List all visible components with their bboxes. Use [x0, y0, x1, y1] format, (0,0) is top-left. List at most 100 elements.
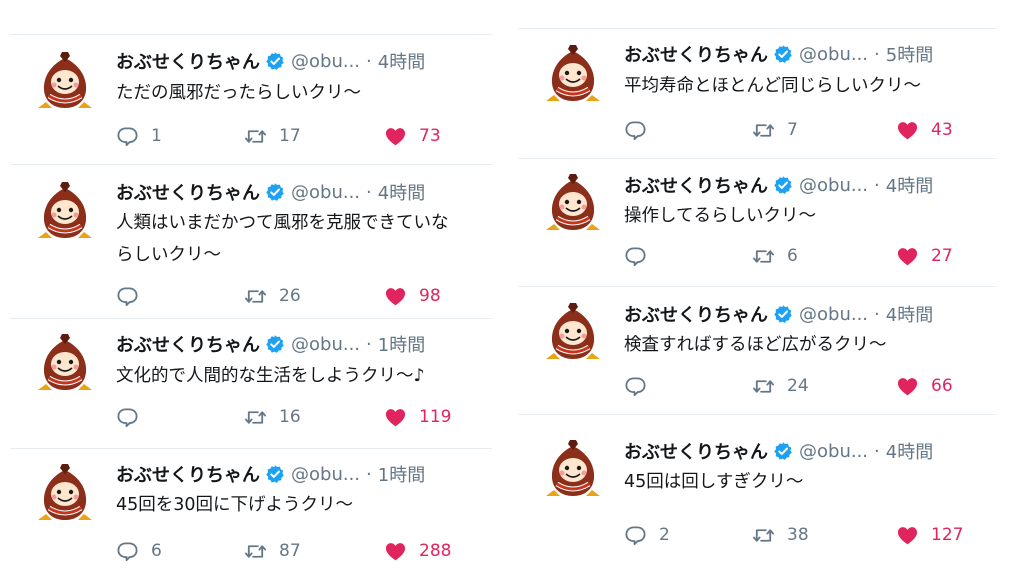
heart-icon	[385, 542, 406, 560]
avatar[interactable]	[32, 332, 98, 398]
user-handle[interactable]: @obu...	[291, 51, 360, 72]
heart-icon	[897, 377, 918, 395]
user-handle[interactable]: @obu...	[799, 304, 868, 325]
reply-button[interactable]	[116, 284, 151, 308]
reply-button[interactable]	[624, 374, 659, 398]
avatar[interactable]	[540, 301, 606, 367]
tweet-text-line: 45回を30回に下げようクリ〜	[116, 495, 354, 515]
reply-icon	[117, 541, 138, 561]
retweet-count: 87	[279, 541, 301, 561]
timestamp[interactable]: 4時間	[378, 48, 425, 74]
user-handle[interactable]: @obu...	[799, 441, 868, 462]
verified-badge-icon	[773, 44, 793, 64]
display-name[interactable]: おぶせくりちゃん	[624, 301, 768, 327]
like-count: 27	[931, 246, 953, 266]
tweet-text: 検査すればするほど広がるクリ〜	[624, 329, 887, 361]
reply-button[interactable]	[116, 405, 151, 429]
reply-icon	[117, 286, 138, 306]
tweet-actions: 16 119	[116, 405, 492, 429]
display-name[interactable]: おぶせくりちゃん	[624, 41, 768, 67]
retweet-icon	[753, 379, 774, 393]
tweet-text: ただの風邪だったらしいクリ〜	[116, 77, 361, 109]
timestamp[interactable]: 4時間	[886, 301, 933, 327]
reply-count: 2	[659, 525, 670, 545]
avatar[interactable]	[540, 43, 606, 109]
like-button[interactable]: 98	[384, 284, 441, 308]
tweet-header: おぶせくりちゃん @obu... · 1時間	[116, 461, 425, 487]
like-button[interactable]: 73	[384, 124, 441, 148]
timestamp[interactable]: 5時間	[886, 41, 933, 67]
retweet-count: 38	[787, 525, 809, 545]
timestamp[interactable]: 1時間	[378, 331, 425, 357]
retweet-icon	[753, 123, 774, 137]
like-button[interactable]: 66	[896, 374, 953, 398]
tweet-header: おぶせくりちゃん @obu... · 4時間	[624, 438, 933, 464]
retweet-button[interactable]: 38	[752, 523, 809, 547]
user-handle[interactable]: @obu...	[799, 175, 868, 196]
timestamp[interactable]: 4時間	[886, 438, 933, 464]
tweet-text-line: 人類はいまだかつて風邪を克服できていな	[116, 213, 449, 233]
avatar[interactable]	[540, 438, 606, 504]
retweet-button[interactable]: 6	[752, 244, 798, 268]
user-handle[interactable]: @obu...	[291, 464, 360, 485]
reply-button[interactable]: 6	[116, 539, 162, 563]
retweet-count: 6	[787, 246, 798, 266]
retweet-icon	[753, 249, 774, 263]
timestamp[interactable]: 4時間	[886, 172, 933, 198]
tweet[interactable]: おぶせくりちゃん @obu... · 4時間 操作してるらしいクリ〜 6 27	[518, 158, 996, 287]
like-button[interactable]: 43	[896, 118, 953, 142]
reply-button[interactable]	[624, 244, 659, 268]
tweet[interactable]: おぶせくりちゃん @obu... · 1時間 45回を30回に下げようクリ〜 6	[10, 448, 492, 577]
timestamp[interactable]: 1時間	[378, 461, 425, 487]
tweet-header: おぶせくりちゃん @obu... · 4時間	[624, 172, 933, 198]
user-handle[interactable]: @obu...	[799, 44, 868, 65]
retweet-button[interactable]: 17	[244, 124, 301, 148]
avatar[interactable]	[32, 50, 98, 116]
tweet-text-line: ただの風邪だったらしいクリ〜	[116, 83, 361, 103]
user-handle[interactable]: @obu...	[291, 334, 360, 355]
retweet-icon	[245, 129, 266, 143]
display-name[interactable]: おぶせくりちゃん	[116, 48, 260, 74]
reply-icon	[625, 120, 646, 140]
chestnut-mascot-icon	[541, 173, 605, 237]
reply-count: 6	[151, 541, 162, 561]
retweet-button[interactable]: 16	[244, 405, 301, 429]
tweet[interactable]: おぶせくりちゃん @obu... · 4時間 45回は回しすぎクリ〜 2 38 …	[518, 414, 996, 577]
retweet-button[interactable]: 7	[752, 118, 798, 142]
chestnut-mascot-icon	[33, 333, 97, 397]
retweet-count: 17	[279, 126, 301, 146]
tweet[interactable]: おぶせくりちゃん @obu... · 4時間 ただの風邪だったらしいクリ〜 1	[10, 34, 492, 165]
display-name[interactable]: おぶせくりちゃん	[116, 461, 260, 487]
like-count: 288	[419, 541, 452, 561]
avatar[interactable]	[32, 462, 98, 528]
tweet[interactable]: おぶせくりちゃん @obu... · 1時間 文化的で人間的な生活をしようクリ〜…	[10, 318, 492, 449]
retweet-button[interactable]: 87	[244, 539, 301, 563]
display-name[interactable]: おぶせくりちゃん	[624, 438, 768, 464]
verified-badge-icon	[773, 175, 793, 195]
retweet-button[interactable]: 26	[244, 284, 301, 308]
reply-button[interactable]: 1	[116, 124, 162, 148]
separator-dot: ·	[874, 174, 880, 196]
avatar[interactable]	[32, 180, 98, 246]
reply-button[interactable]	[624, 118, 659, 142]
user-handle[interactable]: @obu...	[291, 182, 360, 203]
separator-dot: ·	[366, 333, 372, 355]
like-button[interactable]: 127	[896, 523, 963, 547]
timestamp[interactable]: 4時間	[378, 179, 425, 205]
separator-dot: ·	[366, 181, 372, 203]
like-button[interactable]: 27	[896, 244, 953, 268]
tweet[interactable]: おぶせくりちゃん @obu... · 5時間 平均寿命とほとんど同じらしいクリ〜	[518, 28, 996, 159]
display-name[interactable]: おぶせくりちゃん	[116, 331, 260, 357]
like-button[interactable]: 288	[384, 539, 451, 563]
reply-button[interactable]: 2	[624, 523, 670, 547]
display-name[interactable]: おぶせくりちゃん	[116, 179, 260, 205]
reply-count: 1	[151, 126, 162, 146]
retweet-button[interactable]: 24	[752, 374, 809, 398]
heart-icon	[897, 526, 918, 544]
tweet-text: 人類はいまだかつて風邪を克服できていな らしいクリ〜	[116, 207, 449, 271]
avatar[interactable]	[540, 172, 606, 238]
display-name[interactable]: おぶせくりちゃん	[624, 172, 768, 198]
tweet[interactable]: おぶせくりちゃん @obu... · 4時間 人類はいまだかつて風邪を克服できて…	[10, 164, 492, 319]
like-button[interactable]: 119	[384, 405, 451, 429]
tweet[interactable]: おぶせくりちゃん @obu... · 4時間 検査すればするほど広がるクリ〜 2…	[518, 286, 996, 415]
